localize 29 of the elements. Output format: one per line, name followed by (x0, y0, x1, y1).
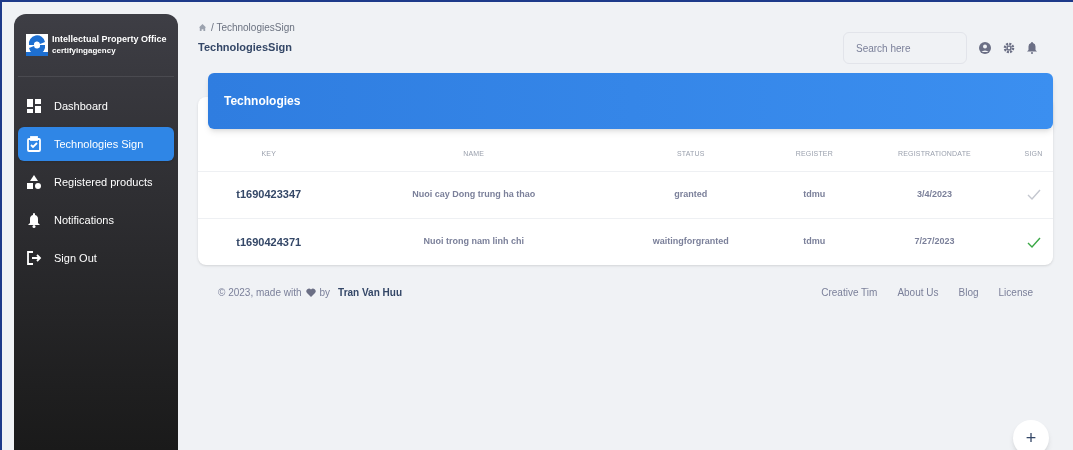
table-cell: tdmu (773, 218, 855, 265)
author-link[interactable]: Tran Van Huu (338, 285, 402, 300)
nav-item[interactable]: Sign Out (18, 241, 174, 275)
table-cell: t1690423347 (198, 171, 340, 218)
table-cell: t1690424371 (198, 218, 340, 265)
footer-link[interactable]: Blog (958, 285, 979, 300)
page-title: TechnologiesSign (198, 40, 293, 55)
search-field[interactable]: Search here (843, 32, 967, 64)
footer-link[interactable]: License (998, 285, 1033, 300)
brand-title: Intellectual Property Office (52, 34, 167, 46)
footer-link[interactable]: About Us (897, 285, 939, 300)
nav-item[interactable]: Dashboard (18, 89, 174, 123)
table-cell: 3/4/2023 (854, 171, 1015, 218)
nav-item[interactable]: Registered products (18, 165, 174, 199)
table-cell: 7/27/2023 (854, 218, 1015, 265)
add-button[interactable]: + (1013, 420, 1049, 450)
table-cell: granted (607, 171, 774, 218)
credit-by: by (319, 286, 331, 300)
nav-item[interactable]: Notifications (18, 203, 174, 237)
brand-subtitle: certifyingagency (52, 45, 117, 56)
nav-item[interactable]: Technologies Sign (18, 127, 174, 161)
footer-link[interactable]: Creative Tim (821, 285, 878, 300)
table-cell: tdmu (773, 171, 855, 218)
table-cell: waitingforgranted (607, 218, 774, 265)
card-title: Technologies (224, 93, 301, 110)
table-cell: Nuoi cay Dong trung ha thao (339, 171, 608, 218)
credit-text: © 2023, made with (218, 286, 302, 300)
table-cell: Nuoi trong nam linh chi (339, 218, 608, 265)
breadcrumb[interactable]: / TechnologiesSign (211, 20, 295, 35)
